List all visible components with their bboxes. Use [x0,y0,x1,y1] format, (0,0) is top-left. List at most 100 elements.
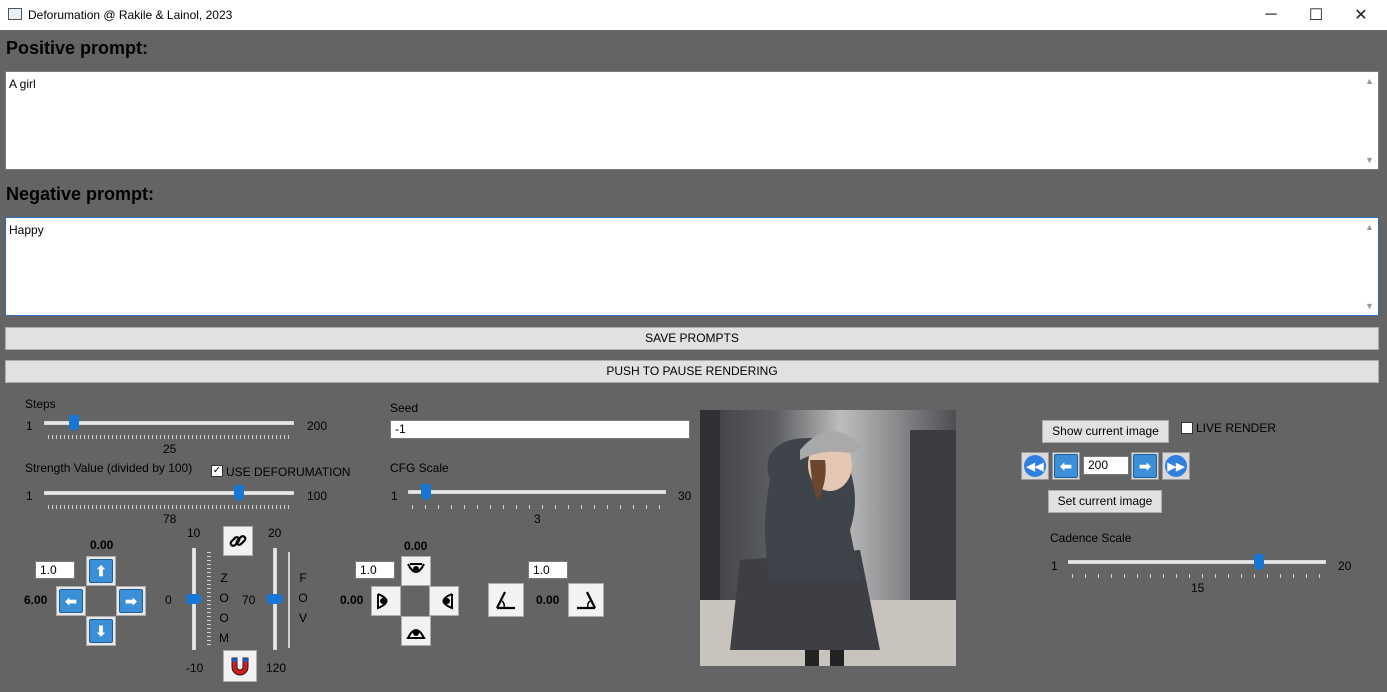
strength-ticks [48,505,290,509]
steps-max: 200 [307,419,328,433]
magnet-button[interactable] [223,650,257,682]
cadence-slider-thumb[interactable] [1253,554,1264,570]
steps-slider-thumb[interactable] [69,415,79,431]
rotate-left-button[interactable] [371,586,401,616]
pause-rendering-button[interactable]: PUSH TO PAUSE RENDERING [5,360,1379,383]
close-button[interactable]: ✕ [1338,0,1384,30]
use-deforumation-checkbox[interactable]: ✓ [211,465,223,477]
preview-image [700,410,956,666]
scroll-up-icon[interactable]: ▲ [1365,222,1374,232]
rotation-step-input[interactable]: 1.0 [355,561,395,579]
arrow-left-icon: ⬅ [1054,454,1078,478]
steps-slider-track[interactable] [44,421,294,425]
rotation-x-value: 0.00 [340,593,364,607]
arrow-up-icon: ⬆ [89,559,113,583]
translation-step-input[interactable]: 1.0 [35,561,75,579]
strength-label: Strength Value (divided by 100) [25,461,193,475]
eye-right-icon [442,593,453,610]
strength-slider-track[interactable] [44,491,294,495]
rewind-icon: ◀◀ [1024,455,1046,477]
rotation-y-value: 0.00 [404,539,428,553]
cfg-value: 3 [534,512,541,526]
positive-prompt-heading: Positive prompt: [6,38,149,58]
use-deforumation-label: USE DEFORUMATION [226,465,351,479]
negative-prompt-input[interactable]: Happy ▲ ▼ [5,217,1379,316]
scroll-down-icon[interactable]: ▼ [1365,155,1374,165]
fov-ticks [288,552,290,648]
cadence-value: 15 [1191,581,1205,595]
rotate-down-button[interactable] [401,616,431,646]
tilt-right-button[interactable] [568,583,604,617]
next-frame-button[interactable]: ➡ [1131,452,1159,480]
tilt-step-input[interactable]: 1.0 [528,561,568,579]
last-frame-button[interactable]: ▶▶ [1162,452,1190,480]
seed-label: Seed [390,401,419,415]
steps-label: Steps [25,397,56,411]
frame-number-input[interactable]: 200 [1083,456,1129,475]
rendered-girl-image [700,410,956,666]
arrow-right-icon: ➡ [1133,454,1157,478]
move-up-button[interactable]: ⬆ [86,556,116,586]
eye-up-icon [407,563,425,573]
link-button[interactable] [223,526,253,556]
negative-prompt-text: Happy [9,223,44,237]
strength-value: 78 [163,512,177,526]
cfg-slider-thumb[interactable] [421,484,432,500]
steps-value: 25 [163,442,177,456]
live-render-checkbox[interactable] [1181,422,1193,434]
fov-slider-thumb[interactable] [267,594,283,604]
cadence-label: Cadence Scale [1050,531,1132,545]
arrow-right-icon: ➡ [119,589,143,613]
eye-left-icon [377,593,388,610]
translation-x-value: 6.00 [24,593,48,607]
seed-input[interactable]: -1 [390,420,690,439]
fov-label: F O V [298,571,308,625]
eye-down-icon [406,629,426,639]
rotate-up-button[interactable] [401,556,431,586]
set-current-image-button[interactable]: Set current image [1048,490,1162,513]
positive-prompt-input[interactable]: A girl ▲ ▼ [5,71,1379,170]
fov-middle: 70 [242,593,256,607]
tilt-left-button[interactable] [488,583,524,617]
cfg-slider-track[interactable] [408,490,666,494]
move-right-button[interactable]: ➡ [116,586,146,616]
arrow-down-icon: ⬇ [89,619,113,643]
tilt-value: 0.00 [536,593,560,607]
fov-bottom: 120 [266,661,287,675]
fov-top: 20 [268,526,282,540]
zoom-ticks [207,552,211,648]
minimize-button[interactable]: ─ [1248,0,1294,30]
rotate-right-button[interactable] [429,586,459,616]
tilt-right-icon [577,591,596,610]
positive-prompt-text: A girl [9,77,36,91]
scroll-up-icon[interactable]: ▲ [1365,76,1374,86]
move-down-button[interactable]: ⬇ [86,616,116,646]
title-bar: Deforumation @ Rakile & Lainol, 2023 ─ ☐… [0,0,1387,30]
maximize-button[interactable]: ☐ [1293,0,1339,30]
cfg-scale-label: CFG Scale [390,461,449,475]
fast-forward-icon: ▶▶ [1165,455,1187,477]
save-prompts-button[interactable]: SAVE PROMPTS [5,327,1379,350]
first-frame-button[interactable]: ◀◀ [1021,452,1049,480]
previous-frame-button[interactable]: ⬅ [1052,452,1080,480]
strength-max: 100 [307,489,328,503]
link-icon [229,535,247,547]
live-render-label: LIVE RENDER [1196,421,1277,435]
scroll-down-icon[interactable]: ▼ [1365,301,1374,311]
app-icon [8,8,22,20]
cfg-ticks [412,505,662,509]
cfg-max: 30 [678,489,692,503]
positive-prompt-scrollbar[interactable]: ▲ ▼ [1362,72,1378,169]
tilt-left-icon [496,591,515,610]
negative-prompt-scrollbar[interactable]: ▲ ▼ [1362,218,1378,315]
strength-min: 1 [26,489,33,503]
zoom-middle: 0 [165,593,172,607]
cadence-max: 20 [1338,559,1352,573]
zoom-top: 10 [187,526,201,540]
cadence-slider-track[interactable] [1068,560,1326,564]
move-left-button[interactable]: ⬅ [56,586,86,616]
show-current-image-button[interactable]: Show current image [1042,420,1169,443]
strength-slider-thumb[interactable] [234,485,244,501]
zoom-slider-thumb[interactable] [186,594,202,604]
steps-ticks [48,435,290,439]
